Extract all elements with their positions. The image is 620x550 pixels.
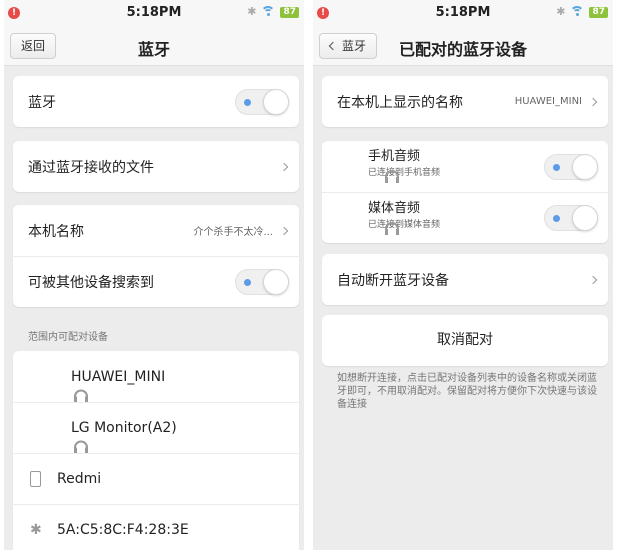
discoverable-label: 可被其他设备搜索到 [28, 275, 154, 291]
headphones-icon [74, 440, 88, 453]
paired-device-screen: ! 5:18PM ✱ 87 蓝牙 已配对的蓝牙设备 在本机上显示的名称 HUAW… [313, 0, 613, 550]
phone-icon [30, 471, 41, 487]
bluetooth-toggle-card: 蓝牙 [13, 76, 299, 127]
wifi-icon [261, 6, 276, 18]
title-bar: 返回 蓝牙 [4, 26, 304, 66]
bluetooth-status-icon: ✱ [556, 5, 566, 18]
chevron-right-icon [279, 162, 289, 171]
device-item-name: Redmi [57, 471, 102, 487]
bluetooth-status-icon: ✱ [247, 5, 257, 18]
discoverable-row[interactable]: 可被其他设备搜索到 [13, 256, 299, 307]
media-audio-row[interactable]: 媒体音频 已连接到媒体音频 [322, 192, 608, 243]
bluetooth-icon: ✱ [30, 522, 42, 538]
device-item-name: LG Monitor(A2) [71, 420, 177, 436]
device-name-label: 本机名称 [28, 223, 84, 240]
auto-disconnect-row[interactable]: 自动断开蓝牙设备 [322, 254, 608, 305]
chevron-right-icon [279, 226, 289, 235]
device-item[interactable]: HUAWEI_MINI [13, 351, 299, 402]
discoverable-switch[interactable] [235, 269, 289, 295]
chevron-right-icon [588, 97, 598, 106]
page-title: 蓝牙 [137, 40, 170, 59]
available-devices-heading: 范围内可配对设备 [28, 332, 108, 343]
device-item-name: HUAWEI_MINI [71, 368, 166, 385]
display-name-value: HUAWEI_MINI [514, 96, 582, 107]
phone-audio-switch[interactable] [544, 153, 598, 180]
device-item[interactable]: LG Monitor(A2) [13, 402, 299, 453]
profiles-card: 手机音频 已连接到手机音频 媒体音频 已连接到媒体音频 [322, 141, 608, 243]
available-devices-list: HUAWEI_MINI LG Monitor(A2) Redmi ✱ 5A:C5… [13, 351, 299, 550]
battery-indicator: 87 [280, 6, 299, 18]
wifi-icon [570, 6, 585, 18]
device-item[interactable]: ✱ 5A:C5:8C:F4:28:3E [13, 504, 299, 550]
display-name-label: 在本机上显示的名称 [337, 94, 463, 111]
bluetooth-label: 蓝牙 [28, 94, 56, 111]
received-files-label: 通过蓝牙接收的文件 [28, 159, 154, 176]
unpair-note: 如想断开连接，点击已配对设备列表中的设备名称或关闭蓝牙即可，不用取消配对。保留配… [337, 373, 597, 410]
device-item[interactable]: Redmi [13, 453, 299, 504]
headphones-icon [74, 389, 88, 402]
bluetooth-switch[interactable] [235, 88, 289, 115]
display-name-card: 在本机上显示的名称 HUAWEI_MINI [322, 76, 608, 127]
battery-indicator: 87 [589, 6, 608, 18]
media-audio-switch[interactable] [544, 205, 598, 231]
unpair-button[interactable]: 取消配对 [322, 315, 608, 366]
bluetooth-settings-screen: ! 5:18PM ✱ 87 返回 蓝牙 蓝牙 通过蓝牙接收的文件 本机名称 介个… [4, 0, 304, 550]
received-files-row[interactable]: 通过蓝牙接收的文件 [13, 141, 299, 192]
bluetooth-toggle-row[interactable]: 蓝牙 [13, 76, 299, 127]
page-title: 已配对的蓝牙设备 [398, 40, 527, 59]
phone-audio-row[interactable]: 手机音频 已连接到手机音频 [322, 141, 608, 192]
chevron-right-icon [588, 275, 598, 284]
auto-disconnect-label: 自动断开蓝牙设备 [337, 272, 449, 289]
display-name-row[interactable]: 在本机上显示的名称 HUAWEI_MINI [322, 76, 608, 127]
device-settings-card: 本机名称 介个杀手不太冷... 可被其他设备搜索到 [13, 205, 299, 307]
received-files-card: 通过蓝牙接收的文件 [13, 141, 299, 192]
device-item-name: 5A:C5:8C:F4:28:3E [57, 522, 189, 538]
title-bar: 蓝牙 已配对的蓝牙设备 [313, 26, 613, 66]
device-name-value: 介个杀手不太冷... [193, 227, 273, 238]
auto-disconnect-card: 自动断开蓝牙设备 [322, 254, 608, 305]
status-bar: ! 5:18PM ✱ 87 [4, 0, 304, 26]
status-bar: ! 5:18PM ✱ 87 [313, 0, 613, 26]
device-name-row[interactable]: 本机名称 介个杀手不太冷... [13, 205, 299, 256]
